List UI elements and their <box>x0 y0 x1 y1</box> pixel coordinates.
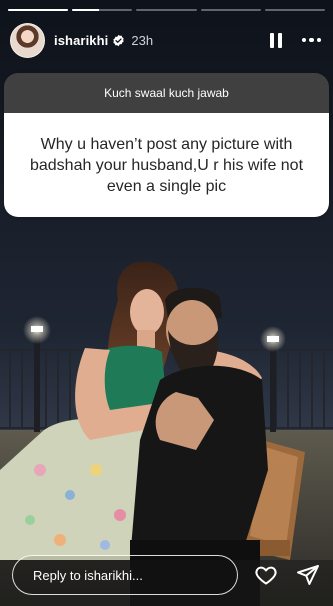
header-actions <box>268 31 321 49</box>
username[interactable]: isharikhi <box>54 33 108 48</box>
pause-icon[interactable] <box>268 31 284 49</box>
send-icon[interactable] <box>296 563 320 587</box>
progress-segment <box>72 9 133 11</box>
heart-icon[interactable] <box>254 563 278 587</box>
progress-segment <box>200 9 261 11</box>
progress-fill <box>72 9 100 11</box>
profile-avatar[interactable] <box>10 22 45 58</box>
story-header: isharikhi 23h <box>0 14 333 66</box>
progress-fill <box>8 9 69 11</box>
sticker-prompt: Kuch swaal kuch jawab <box>4 73 329 113</box>
progress-segment <box>136 9 197 11</box>
post-timestamp: 23h <box>131 32 154 48</box>
sticker-question: Why u haven’t post any picture with bads… <box>4 113 329 217</box>
progress-segment <box>8 9 69 11</box>
verified-badge-icon <box>112 34 125 47</box>
reply-input[interactable] <box>12 555 238 595</box>
reply-bar <box>0 544 333 606</box>
story-progress <box>8 9 326 11</box>
progress-segment <box>264 9 326 11</box>
question-sticker[interactable]: Kuch swaal kuch jawab Why u haven’t post… <box>4 73 329 217</box>
more-options-icon[interactable] <box>301 31 321 49</box>
